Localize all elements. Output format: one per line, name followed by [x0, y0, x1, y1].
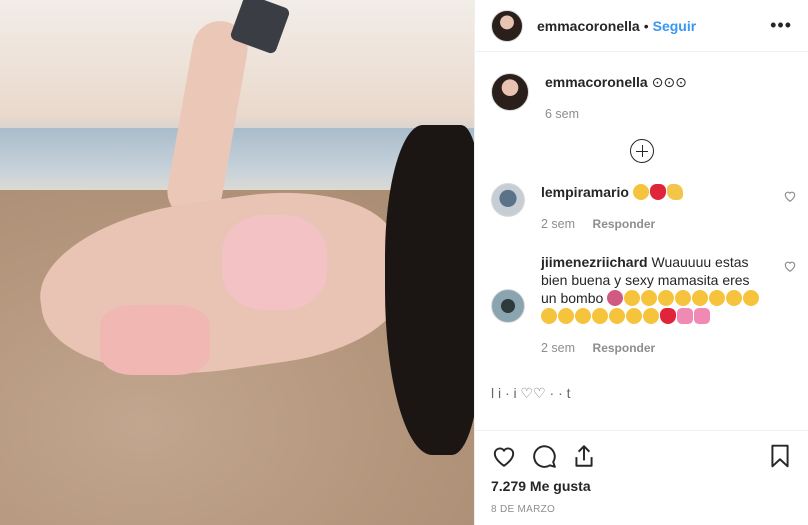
reply-button[interactable]: Responder: [593, 217, 656, 231]
more-options-icon[interactable]: •••: [770, 15, 792, 36]
red-heart-emoji-icon: [649, 184, 666, 200]
caption: emmacoronella ⊙⊙⊙ 6 sem: [491, 73, 793, 123]
post-header: emmacoronella • Seguir •••: [475, 0, 808, 52]
reply-button[interactable]: Responder: [593, 341, 656, 355]
likes-count[interactable]: 7.279 Me gusta: [491, 478, 793, 494]
post-date: 8 DE MARZO: [491, 504, 556, 515]
partial-comment: l i · i ♡♡ · · t: [491, 385, 571, 401]
kiss-emoji-icon: [632, 184, 649, 200]
photo-bikini-top: [222, 215, 327, 310]
follow-button[interactable]: Seguir: [653, 18, 697, 34]
post-actions: 7.279 Me gusta 8 DE MARZO: [475, 430, 808, 515]
comment-like-heart-icon[interactable]: [783, 189, 797, 203]
photo-hair: [385, 125, 474, 455]
heart-icon[interactable]: [491, 443, 517, 469]
kiss-emoji-icon: [575, 308, 591, 324]
comment-avatar[interactable]: [491, 183, 525, 217]
pink-heart-emoji-icon: [677, 308, 693, 324]
pink-heart-emoji-icon: [694, 308, 710, 324]
comment-time[interactable]: 2 sem: [541, 217, 575, 231]
load-more-comments[interactable]: [491, 139, 793, 163]
kiss-emoji-icon: [624, 290, 641, 306]
kiss-emoji-icon: [626, 308, 642, 324]
caption-time[interactable]: 6 sem: [545, 107, 579, 121]
kiss-emoji-icon: [658, 290, 675, 306]
post-sidebar: emmacoronella • Seguir ••• emmacoronella…: [474, 0, 808, 525]
author-username[interactable]: emmacoronella: [537, 18, 640, 34]
kiss-emoji-icon: [743, 290, 760, 306]
photo-bikini-bottom: [100, 305, 210, 375]
kiss-emoji-icon: [726, 290, 743, 306]
comment-username[interactable]: jiimenezriichard: [541, 254, 648, 270]
comment-item: lempiramario 2 sem Responder: [491, 183, 796, 233]
kiss-emoji-icon: [592, 308, 608, 324]
comment-time[interactable]: 2 sem: [541, 341, 575, 355]
instagram-post: emmacoronella • Seguir ••• emmacoronella…: [0, 0, 808, 525]
bookmark-icon[interactable]: [767, 443, 793, 469]
comment-avatar[interactable]: [491, 289, 525, 323]
caption-avatar[interactable]: [491, 73, 529, 111]
comment-icon[interactable]: [531, 443, 557, 469]
comments-list[interactable]: emmacoronella ⊙⊙⊙ 6 sem lempiramario 2 s…: [475, 53, 808, 430]
caption-text: ⊙⊙⊙: [651, 74, 687, 90]
share-icon[interactable]: [571, 443, 597, 469]
kiss-emoji-icon: [641, 290, 658, 306]
plus-circle-icon[interactable]: [630, 139, 654, 163]
clap-emoji-icon: [666, 184, 683, 200]
author-avatar[interactable]: [491, 9, 523, 42]
kiss-emoji-icon: [609, 308, 625, 324]
tongue-emoji-icon: [607, 290, 624, 306]
post-photo[interactable]: [0, 0, 474, 525]
kiss-emoji-icon: [692, 290, 709, 306]
caption-username[interactable]: emmacoronella: [545, 74, 648, 90]
kiss-emoji-icon: [541, 308, 557, 324]
comment-username[interactable]: lempiramario: [541, 184, 629, 200]
kiss-emoji-icon: [558, 308, 574, 324]
comment-like-heart-icon[interactable]: [783, 259, 797, 273]
header-separator: •: [643, 17, 649, 34]
red-heart-emoji-icon: [660, 308, 676, 324]
heart-eyes-emoji-icon: [643, 308, 659, 324]
kiss-emoji-icon: [709, 290, 726, 306]
comment-item: jiimenezriichard Wuauuuu estas bien buen…: [491, 253, 796, 357]
kiss-emoji-icon: [675, 290, 692, 306]
